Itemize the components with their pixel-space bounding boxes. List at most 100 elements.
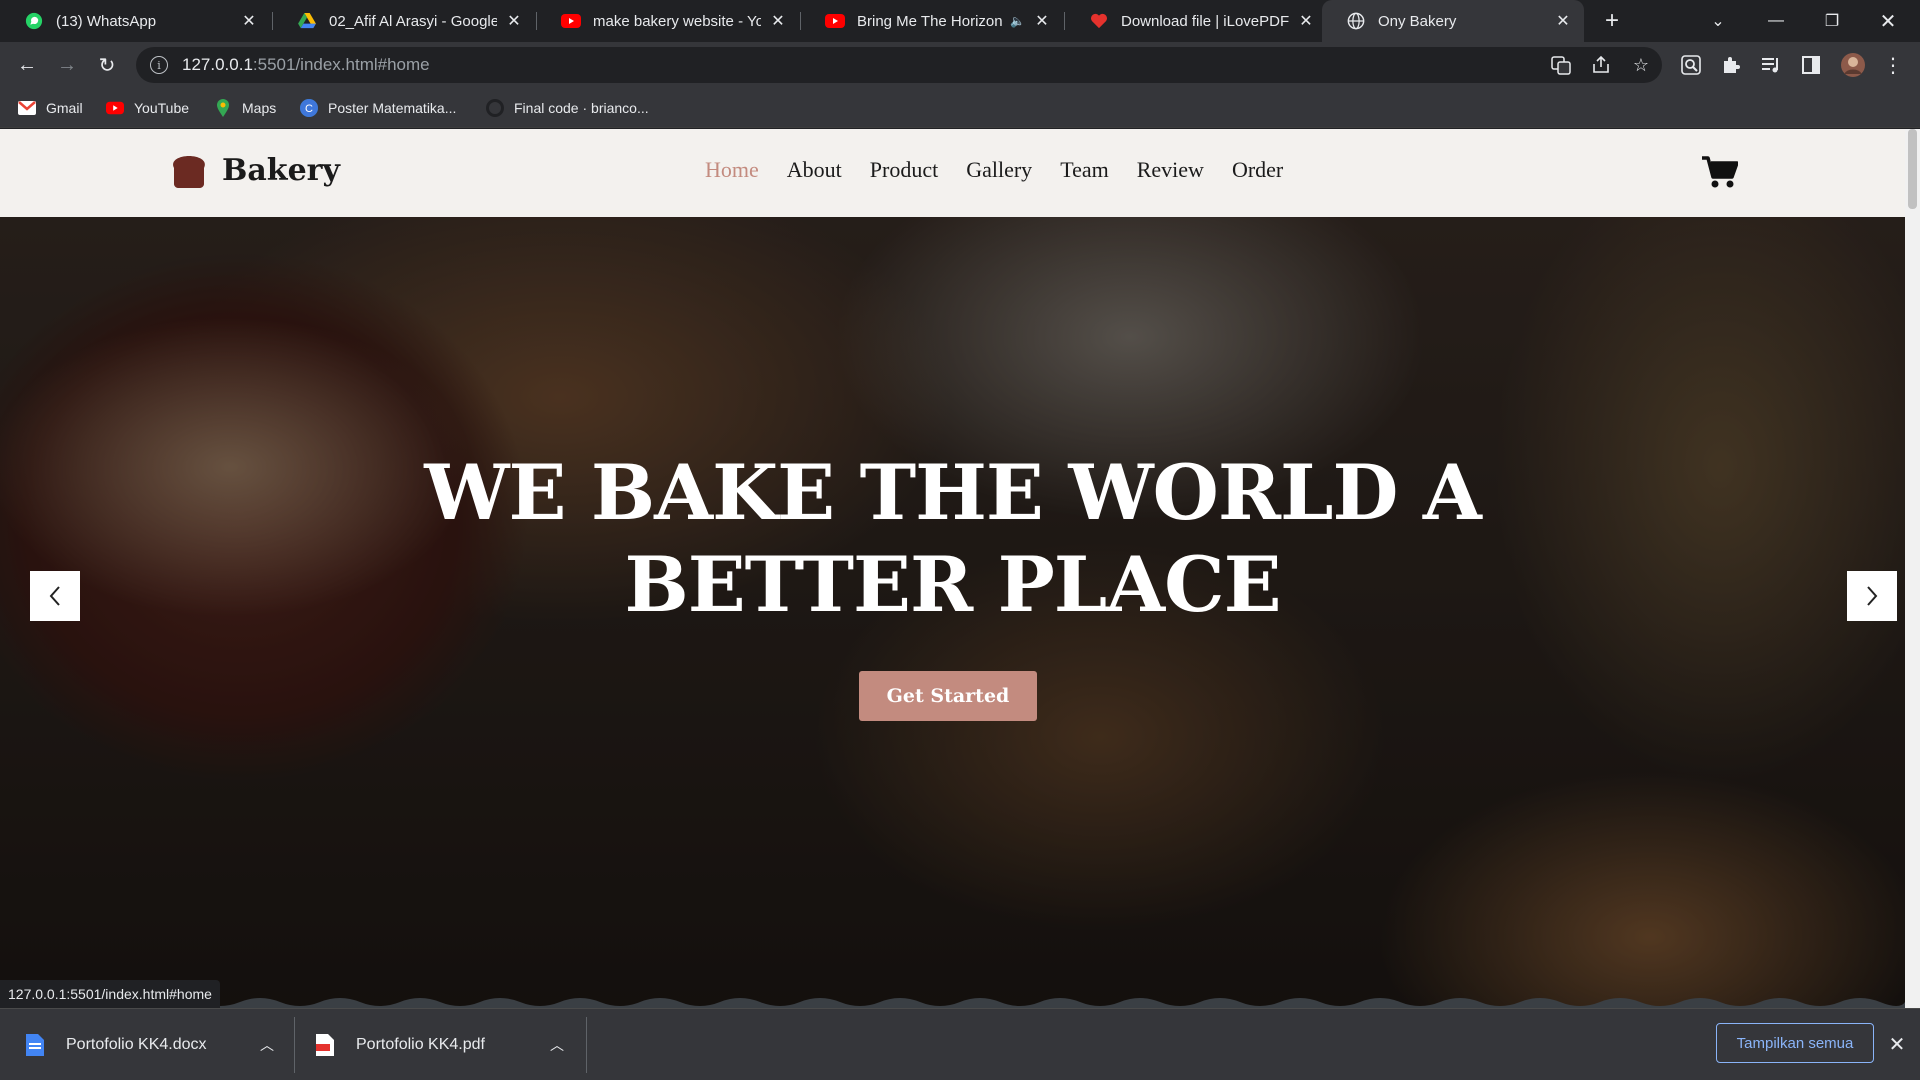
download-separator — [294, 1017, 295, 1073]
bookmark-final-code[interactable]: Final code · brianco... — [486, 96, 649, 120]
canva-icon: C — [300, 99, 318, 117]
address-bar[interactable]: i 127.0.0.1:5501/index.html#home — [136, 47, 1662, 83]
profile-avatar[interactable] — [1840, 52, 1866, 78]
bookmark-label: YouTube — [134, 100, 190, 116]
hero-slider: WE BAKE THE WORLD A BETTER PLACE Get Sta… — [0, 217, 1905, 1008]
bookmark-star-icon[interactable]: ☆ — [1628, 52, 1654, 78]
page-scrollbar[interactable] — [1905, 129, 1920, 1008]
word-file-icon — [26, 1034, 44, 1056]
extensions-puzzle-icon[interactable] — [1718, 52, 1744, 78]
gmail-icon — [18, 99, 36, 117]
url-host: 127.0.0.1 — [182, 55, 253, 74]
bookmark-youtube[interactable]: YouTube — [106, 96, 189, 120]
bookmarks-bar: Gmail YouTube Maps C Poster Matematika..… — [0, 88, 1920, 128]
bookmark-label: Final code · brianco... — [514, 100, 649, 116]
site-logo[interactable]: Bakery — [170, 153, 340, 188]
site-header: Bakery Home About Product Gallery Team R… — [0, 129, 1905, 217]
show-all-downloads-button[interactable]: Tampilkan semua — [1716, 1023, 1874, 1063]
forward-button[interactable]: → — [52, 50, 82, 80]
chevron-right-icon — [1867, 586, 1878, 606]
youtube-icon — [561, 11, 581, 31]
bookmark-label: Gmail — [46, 100, 83, 116]
close-tab-icon[interactable]: ✕ — [769, 12, 787, 30]
share-icon[interactable] — [1588, 52, 1614, 78]
minimize-button[interactable]: — — [1750, 0, 1802, 42]
bookmark-gmail[interactable]: Gmail — [18, 96, 83, 120]
ilovepdf-icon — [1089, 11, 1109, 31]
hero-heading-line-2: BETTER PLACE — [624, 540, 1281, 629]
close-tab-icon[interactable]: ✕ — [1554, 12, 1572, 30]
site-info-icon[interactable]: i — [150, 56, 168, 74]
tab-title: 02_Afif Al Arasyi - Google D — [329, 12, 497, 30]
side-panel-icon[interactable] — [1798, 52, 1824, 78]
shopping-cart-icon[interactable] — [1702, 155, 1738, 189]
media-queue-icon[interactable] — [1758, 52, 1784, 78]
hero-heading-line-1: WE BAKE THE WORLD A — [424, 448, 1482, 537]
download-filename: Portofolio KK4.docx — [66, 1036, 207, 1053]
google-drive-icon — [297, 11, 317, 31]
tab-google-drive[interactable]: 02_Afif Al Arasyi - Google D ✕ — [273, 0, 535, 42]
speaker-muted-icon[interactable]: 🔈 — [1010, 14, 1025, 28]
pdf-file-icon — [316, 1034, 334, 1056]
download-filename: Portofolio KK4.pdf — [356, 1036, 485, 1053]
whatsapp-icon — [24, 11, 44, 31]
more-menu-icon[interactable]: ⋮ — [1880, 52, 1906, 78]
translate-icon[interactable] — [1548, 52, 1574, 78]
reload-button[interactable]: ↻ — [92, 50, 122, 80]
new-tab-button[interactable]: + — [1597, 6, 1627, 36]
hero-heading: WE BAKE THE WORLD A BETTER PLACE — [0, 447, 1905, 631]
close-tab-icon[interactable]: ✕ — [505, 12, 523, 30]
tab-youtube-bakery[interactable]: make bakery website - YouT ✕ — [537, 0, 799, 42]
hero-wave-divider — [0, 998, 1905, 1008]
get-started-button[interactable]: Get Started — [859, 671, 1037, 721]
nav-home[interactable]: Home — [705, 157, 759, 183]
slider-next-button[interactable] — [1847, 571, 1897, 621]
nav-about[interactable]: About — [787, 157, 842, 183]
close-window-button[interactable]: ✕ — [1862, 0, 1914, 42]
download-shelf: Portofolio KK4.docx ︿ Portofolio KK4.pdf… — [0, 1008, 1920, 1080]
bread-logo-icon — [173, 155, 205, 188]
nav-order[interactable]: Order — [1232, 157, 1283, 183]
slider-prev-button[interactable] — [30, 571, 80, 621]
tab-ony-bakery[interactable]: Ony Bakery ✕ — [1322, 0, 1584, 42]
maps-icon — [214, 99, 232, 117]
nav-review[interactable]: Review — [1137, 157, 1204, 183]
close-tab-icon[interactable]: ✕ — [240, 12, 258, 30]
chevron-up-icon[interactable]: ︿ — [260, 1035, 274, 1055]
lens-extension-icon[interactable] — [1678, 52, 1704, 78]
youtube-icon — [825, 11, 845, 31]
globe-icon — [1346, 11, 1366, 31]
main-nav: Home About Product Gallery Team Review O… — [705, 157, 1283, 183]
svg-text:C: C — [305, 103, 313, 115]
tab-search-icon[interactable]: ⌄ — [1692, 0, 1744, 42]
github-icon — [486, 99, 504, 117]
nav-gallery[interactable]: Gallery — [966, 157, 1032, 183]
bookmark-maps[interactable]: Maps — [214, 96, 276, 120]
tab-title: Bring Me The Horizon - — [857, 12, 1005, 30]
nav-team[interactable]: Team — [1060, 157, 1109, 183]
close-tab-icon[interactable]: ✕ — [1297, 12, 1315, 30]
tab-youtube-bmth[interactable]: Bring Me The Horizon - 🔈 ✕ — [801, 0, 1063, 42]
chevron-left-icon — [49, 586, 60, 606]
tab-strip: (13) WhatsApp ✕ 02_Afif Al Arasyi - Goog… — [0, 0, 1920, 42]
tab-ilovepdf[interactable]: Download file | iLovePDF ✕ — [1065, 0, 1327, 42]
restore-button[interactable]: ❐ — [1806, 0, 1858, 42]
tab-title: make bakery website - YouT — [593, 12, 761, 30]
download-separator — [586, 1017, 587, 1073]
youtube-icon — [106, 99, 124, 117]
bookmark-label: Maps — [242, 100, 277, 116]
download-item-pdf[interactable]: Portofolio KK4.pdf ︿ — [316, 1009, 576, 1080]
browser-toolbar: ← → ↻ i 127.0.0.1:5501/index.html#home ☆… — [0, 42, 1920, 88]
scrollbar-thumb[interactable] — [1908, 129, 1917, 209]
close-download-shelf-icon[interactable]: ✕ — [1884, 1031, 1910, 1057]
nav-product[interactable]: Product — [870, 157, 938, 183]
brand-name: Bakery — [222, 153, 340, 188]
chevron-up-icon[interactable]: ︿ — [550, 1035, 564, 1055]
tab-whatsapp[interactable]: (13) WhatsApp ✕ — [0, 0, 270, 42]
download-item-docx[interactable]: Portofolio KK4.docx ︿ — [26, 1009, 286, 1080]
bookmark-poster[interactable]: C Poster Matematika... — [300, 96, 456, 120]
bookmark-label: Poster Matematika... — [328, 100, 457, 116]
close-tab-icon[interactable]: ✕ — [1033, 12, 1051, 30]
page-viewport: Bakery Home About Product Gallery Team R… — [0, 129, 1905, 1008]
back-button[interactable]: ← — [12, 50, 42, 80]
